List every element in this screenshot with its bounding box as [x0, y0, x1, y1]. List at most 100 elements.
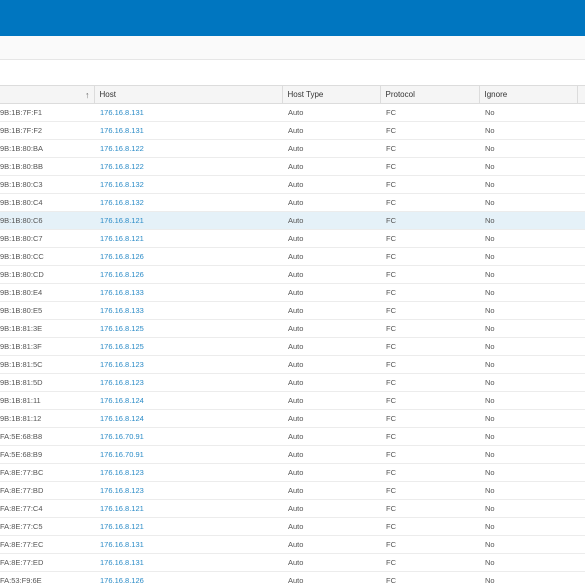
table-row[interactable]: 9B:1B:81:11 176.16.8.124 Auto FC No — [0, 391, 585, 410]
host-link[interactable]: 176.16.8.131 — [94, 121, 282, 140]
ignore-cell: No — [479, 355, 577, 374]
table-row[interactable]: FA:5E:68:B8 176.16.70.91 Auto FC No — [0, 427, 585, 446]
table-row[interactable]: 9B:1B:80:C4 176.16.8.132 Auto FC No — [0, 193, 585, 212]
host-link[interactable]: 176.16.8.126 — [94, 571, 282, 585]
table-row[interactable]: 9B:1B:81:3E 176.16.8.125 Auto FC No — [0, 319, 585, 338]
protocol-cell: FC — [380, 265, 479, 284]
table-row[interactable]: 9B:1B:7F:F1 176.16.8.131 Auto FC No — [0, 103, 585, 122]
host-link[interactable]: 176.16.8.131 — [94, 103, 282, 122]
protocol-cell: FC — [380, 391, 479, 410]
host-link[interactable]: 176.16.8.123 — [94, 373, 282, 392]
table-row[interactable]: FA:5E:68:B9 176.16.70.91 Auto FC No — [0, 445, 585, 464]
port-wwn-cell: 9B:1B:81:5D — [0, 373, 94, 392]
host-link[interactable]: 176.16.8.125 — [94, 337, 282, 356]
host-type-cell: Auto — [282, 571, 380, 585]
extra-cell — [577, 139, 585, 158]
table-row[interactable]: 9B:1B:80:BA 176.16.8.122 Auto FC No — [0, 139, 585, 158]
host-link[interactable]: 176.16.8.125 — [94, 319, 282, 338]
host-link[interactable]: 176.16.8.123 — [94, 481, 282, 500]
host-link[interactable]: 176.16.8.131 — [94, 553, 282, 572]
extra-cell — [577, 319, 585, 338]
extra-cell — [577, 157, 585, 176]
host-link[interactable]: 176.16.8.121 — [94, 517, 282, 536]
app-header-bar — [0, 0, 585, 36]
ignore-cell: No — [479, 481, 577, 500]
table-row[interactable]: FA:8E:77:ED 176.16.8.131 Auto FC No — [0, 553, 585, 572]
extra-cell — [577, 301, 585, 320]
column-header-ignore[interactable]: Ignore — [479, 85, 578, 104]
host-type-cell: Auto — [282, 463, 380, 482]
host-link[interactable]: 176.16.8.126 — [94, 265, 282, 284]
ignore-cell: No — [479, 247, 577, 266]
host-type-cell: Auto — [282, 337, 380, 356]
extra-cell — [577, 481, 585, 500]
host-link[interactable]: 176.16.70.91 — [94, 445, 282, 464]
host-type-cell: Auto — [282, 427, 380, 446]
host-link[interactable]: 176.16.70.91 — [94, 427, 282, 446]
protocol-cell: FC — [380, 373, 479, 392]
port-wwn-cell: 9B:1B:80:C6 — [0, 211, 94, 230]
ignore-cell: No — [479, 211, 577, 230]
table-row[interactable]: 9B:1B:81:5D 176.16.8.123 Auto FC No — [0, 373, 585, 392]
column-header-port[interactable]: ↑ — [0, 85, 95, 104]
table-row[interactable]: 9B:1B:80:BB 176.16.8.122 Auto FC No — [0, 157, 585, 176]
host-type-cell: Auto — [282, 139, 380, 158]
protocol-cell: FC — [380, 499, 479, 518]
host-link[interactable]: 176.16.8.123 — [94, 463, 282, 482]
sort-ascending-icon[interactable]: ↑ — [85, 90, 90, 100]
ignore-cell: No — [479, 283, 577, 302]
extra-cell — [577, 247, 585, 266]
table-row[interactable]: FA:8E:77:EC 176.16.8.131 Auto FC No — [0, 535, 585, 554]
column-header-host[interactable]: Host — [94, 85, 283, 104]
port-wwn-cell: 9B:1B:80:CC — [0, 247, 94, 266]
host-type-cell: Auto — [282, 445, 380, 464]
host-link[interactable]: 176.16.8.133 — [94, 283, 282, 302]
column-header-protocol[interactable]: Protocol — [380, 85, 480, 104]
table-row[interactable]: 9B:1B:81:3F 176.16.8.125 Auto FC No — [0, 337, 585, 356]
table-row[interactable]: 9B:1B:80:C7 176.16.8.121 Auto FC No — [0, 229, 585, 248]
host-link[interactable]: 176.16.8.121 — [94, 229, 282, 248]
table-row[interactable]: 9B:1B:7F:F2 176.16.8.131 Auto FC No — [0, 121, 585, 140]
table-row[interactable]: 9B:1B:80:E4 176.16.8.133 Auto FC No — [0, 283, 585, 302]
ignore-cell: No — [479, 409, 577, 428]
host-type-cell: Auto — [282, 283, 380, 302]
table-row[interactable]: FA:53:F9:6E 176.16.8.126 Auto FC No — [0, 571, 585, 585]
host-link[interactable]: 176.16.8.122 — [94, 139, 282, 158]
table-row[interactable]: FA:8E:77:BD 176.16.8.123 Auto FC No — [0, 481, 585, 500]
host-link[interactable]: 176.16.8.121 — [94, 499, 282, 518]
ignore-cell: No — [479, 157, 577, 176]
host-link[interactable]: 176.16.8.122 — [94, 157, 282, 176]
host-link[interactable]: 176.16.8.131 — [94, 535, 282, 554]
table-row[interactable]: 9B:1B:80:E5 176.16.8.133 Auto FC No — [0, 301, 585, 320]
host-type-cell: Auto — [282, 103, 380, 122]
table-row[interactable]: 9B:1B:80:CD 176.16.8.126 Auto FC No — [0, 265, 585, 284]
extra-cell — [577, 229, 585, 248]
protocol-cell: FC — [380, 283, 479, 302]
ignore-cell: No — [479, 535, 577, 554]
table-row[interactable]: FA:8E:77:C5 176.16.8.121 Auto FC No — [0, 517, 585, 536]
host-link[interactable]: 176.16.8.124 — [94, 391, 282, 410]
table-row[interactable]: FA:8E:77:BC 176.16.8.123 Auto FC No — [0, 463, 585, 482]
host-link[interactable]: 176.16.8.124 — [94, 409, 282, 428]
host-link[interactable]: 176.16.8.123 — [94, 355, 282, 374]
host-type-cell: Auto — [282, 301, 380, 320]
ignore-cell: No — [479, 319, 577, 338]
table-row[interactable]: 9B:1B:80:CC 176.16.8.126 Auto FC No — [0, 247, 585, 266]
port-wwn-cell: 9B:1B:80:BA — [0, 139, 94, 158]
host-type-cell: Auto — [282, 175, 380, 194]
table-row[interactable]: 9B:1B:81:5C 176.16.8.123 Auto FC No — [0, 355, 585, 374]
host-link[interactable]: 176.16.8.126 — [94, 247, 282, 266]
table-row[interactable]: 9B:1B:80:C3 176.16.8.132 Auto FC No — [0, 175, 585, 194]
table-row[interactable]: 9B:1B:81:12 176.16.8.124 Auto FC No — [0, 409, 585, 428]
host-link[interactable]: 176.16.8.121 — [94, 211, 282, 230]
column-header-extra — [577, 85, 585, 104]
host-link[interactable]: 176.16.8.133 — [94, 301, 282, 320]
column-header-host-type[interactable]: Host Type — [282, 85, 381, 104]
host-link[interactable]: 176.16.8.132 — [94, 175, 282, 194]
protocol-cell: FC — [380, 157, 479, 176]
table-row[interactable]: 9B:1B:80:C6 176.16.8.121 Auto FC No — [0, 211, 585, 230]
host-type-cell: Auto — [282, 265, 380, 284]
host-link[interactable]: 176.16.8.132 — [94, 193, 282, 212]
table-row[interactable]: FA:8E:77:C4 176.16.8.121 Auto FC No — [0, 499, 585, 518]
port-wwn-cell: 9B:1B:80:BB — [0, 157, 94, 176]
